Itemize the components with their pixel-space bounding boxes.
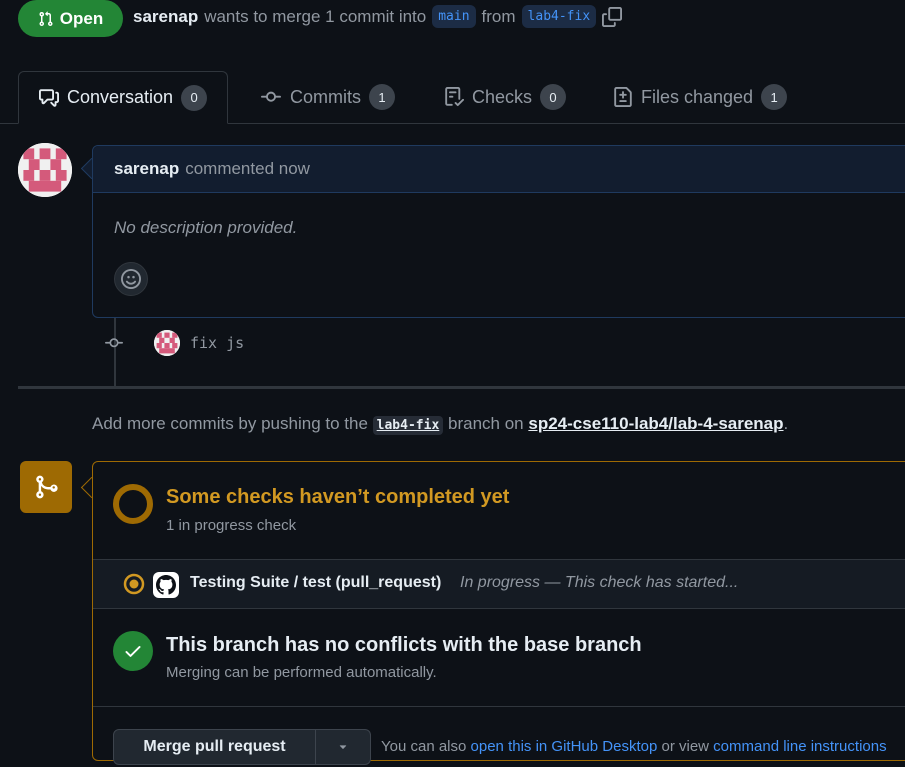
commit-item: fix js [102,330,244,356]
merge-alt-text: You can also [381,738,467,755]
merge-alternatives: You can also open this in GitHub Desktop… [381,738,887,755]
tab-commits[interactable]: Commits 1 [240,71,415,123]
merge-alt-text-mid: or view [661,738,709,755]
tab-conversation-label: Conversation [67,87,174,107]
identicon-icon [154,330,180,356]
tab-files-changed-count: 1 [761,84,788,110]
triangle-down-icon [339,745,347,749]
git-commit-icon [105,338,123,348]
in-progress-dot-icon [123,573,145,595]
identicon-icon [18,143,72,197]
checks-title: Some checks haven’t completed yet [166,486,510,508]
git-merge-icon [36,475,58,499]
tab-conversation[interactable]: Conversation 0 [18,71,229,124]
pr-summary: sarenap wants to merge 1 commit into mai… [133,5,623,28]
push-hint-branch[interactable]: lab4-fix [372,416,444,435]
merge-box: Some checks haven’t completed yet 1 in p… [92,461,905,765]
open-in-desktop-link[interactable]: open this in GitHub Desktop [471,738,658,755]
tab-conversation-count: 0 [181,84,208,111]
tab-files-changed-label: Files changed [641,86,754,107]
merge-method-dropdown[interactable] [316,729,371,765]
pr-author-link[interactable]: sarenap [133,7,198,27]
check-run-status: In progress — This check has started... [460,574,739,591]
check-run-row[interactable]: Testing Suite / test (pull_request) In p… [93,559,905,609]
tab-checks-count: 0 [540,84,567,110]
timeline-divider [18,386,905,389]
merge-button-group: Merge pull request [113,729,371,765]
checks-summary: Some checks haven’t completed yet 1 in p… [93,462,905,559]
comment-author[interactable]: sarenap [114,159,179,179]
add-reaction-button[interactable] [114,262,148,296]
push-hint-period: . [783,414,789,433]
file-diff-icon [614,87,632,107]
head-branch-tag[interactable]: lab4-fix [521,5,597,28]
comment-timestamp: commented now [185,159,310,178]
commit-author-avatar[interactable] [154,330,180,356]
copy-icon[interactable] [602,6,623,27]
pr-tabs: Conversation 0 Commits 1 Checks 0 Files … [0,71,905,124]
smiley-icon [121,269,141,289]
tab-checks[interactable]: Checks 0 [424,71,586,123]
comment-discussion-icon [39,88,59,107]
pr-state-badge: Open [18,0,123,37]
tab-files-changed[interactable]: Files changed 1 [593,71,807,123]
git-pull-request-icon [39,10,53,26]
pr-state-label: Open [59,8,104,28]
push-hint-text: Add more commits by pushing to the [92,414,368,433]
tab-commits-count: 1 [369,84,395,110]
tab-commits-label: Commits [290,86,361,107]
github-actions-icon [153,572,179,598]
from-text: from [481,6,516,26]
pending-status-icon [113,484,153,524]
pr-summary-text: wants to merge 1 commit into [204,6,427,26]
push-hint-text-mid: branch on [448,414,524,433]
merge-status-icon [20,461,72,513]
push-hint: Add more commits by pushing to the lab4-… [92,414,789,435]
merge-pull-request-button[interactable]: Merge pull request [113,729,316,765]
merge-actions: Merge pull request You can also open thi… [93,707,905,767]
check-run-name: Testing Suite / test (pull_request) [190,574,442,591]
check-circle-icon [113,631,153,671]
commit-message-link[interactable]: fix js [190,334,244,352]
checks-subtitle: 1 in progress check [166,517,297,534]
command-line-instructions-link[interactable]: command line instructions [713,738,886,755]
git-commit-icon [261,91,281,102]
comment-box: sarenap commented now No description pro… [92,145,905,318]
repo-link[interactable]: sp24-cse110-lab4/lab-4-sarenap [528,414,783,433]
checklist-icon [445,87,464,107]
comment-header: sarenap commented now [93,146,905,193]
conflicts-summary: This branch has no conflicts with the ba… [93,609,905,707]
conflicts-subtitle: Merging can be performed automatically. [166,664,437,681]
conflicts-title: This branch has no conflicts with the ba… [166,634,642,656]
avatar[interactable] [18,143,72,197]
comment-body: No description provided. [114,218,298,237]
base-branch-tag[interactable]: main [432,5,476,28]
tab-checks-label: Checks [472,86,533,107]
